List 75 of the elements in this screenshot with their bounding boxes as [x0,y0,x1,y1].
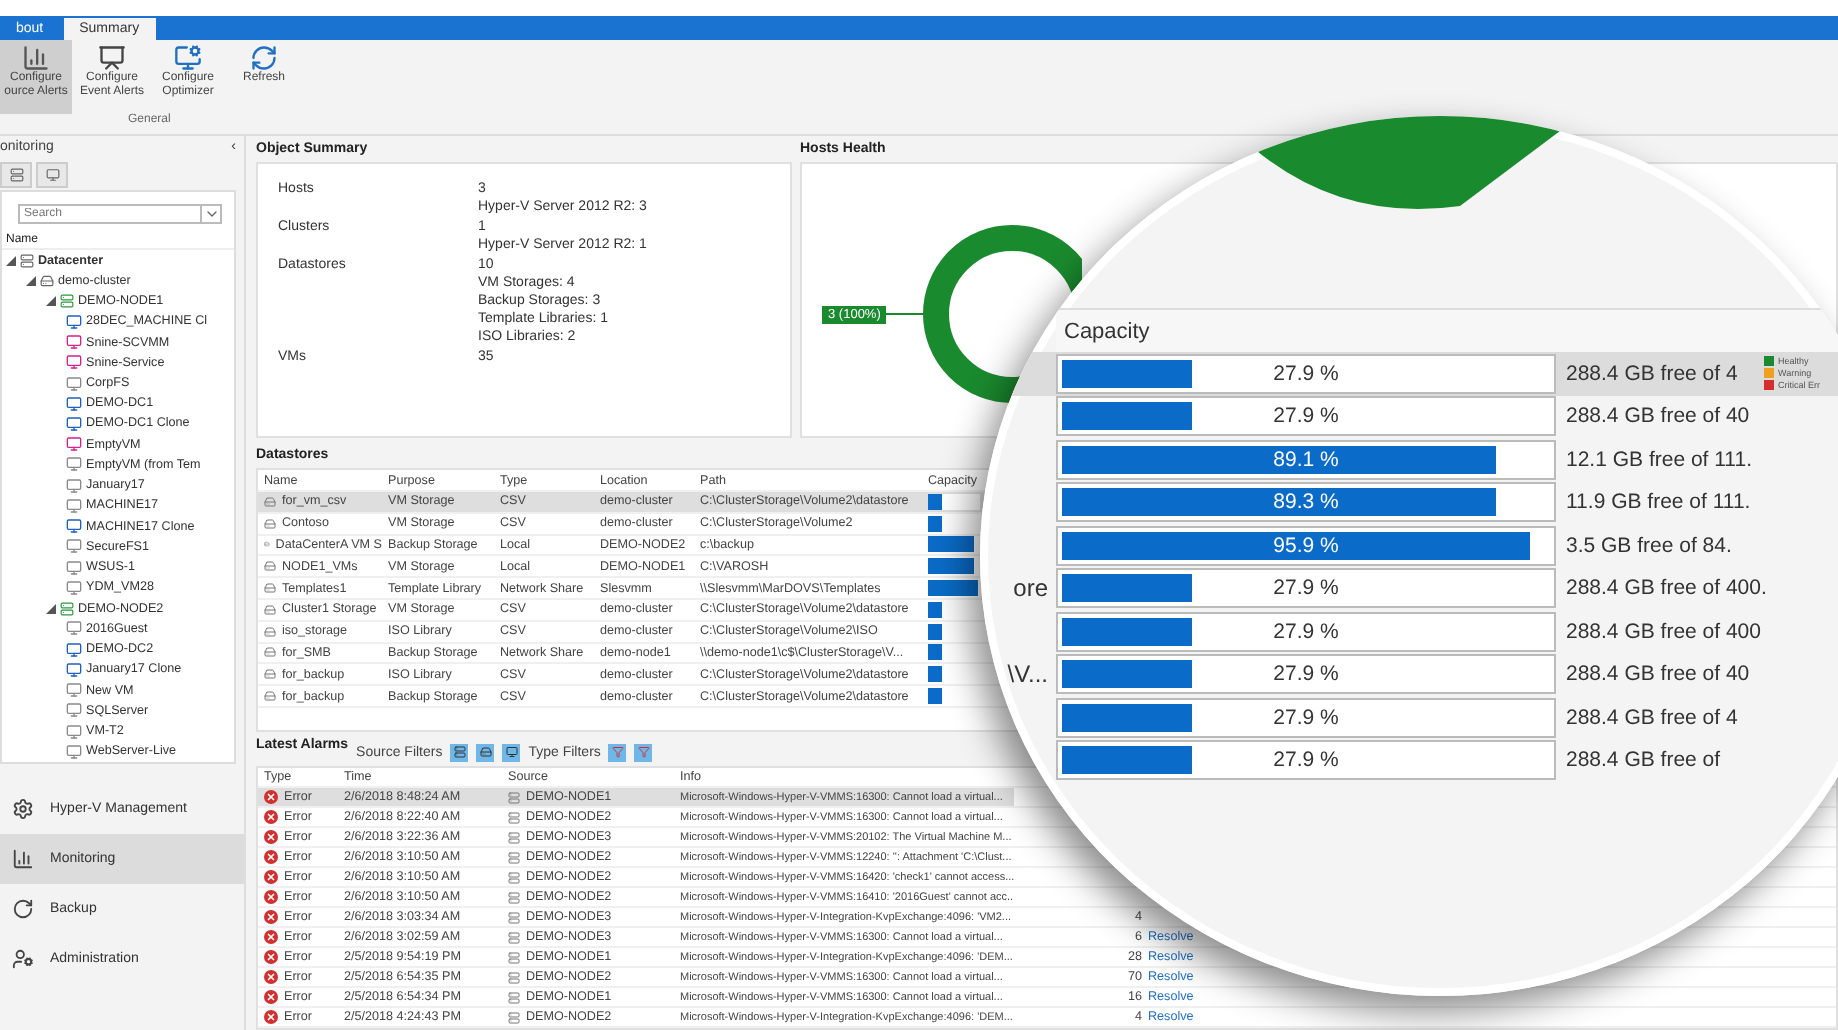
error-filter-icon [637,746,650,758]
chart-board-icon [98,44,126,72]
capacity-bar: 27.9 % [1056,654,1556,695]
server-icon [20,253,34,268]
capacity-bar: 27.9 % [1056,568,1556,609]
monitor-icon [45,168,59,182]
server-icon [508,871,520,884]
error-icon [264,950,278,965]
free-space-text: 288.4 GB free of [1566,748,1721,773]
capacity-bar: 89.1 % [1056,439,1556,480]
server-icon [9,168,23,182]
free-space-text: 288.4 GB free of 40 [1566,404,1750,429]
server-icon [508,831,520,844]
free-space-text: 3.5 GB free of 84. [1566,533,1732,558]
server-icon [508,1011,520,1024]
host-icon [60,601,74,616]
server-icon [508,851,520,864]
server-icon [508,891,520,904]
expand-arrow-icon[interactable] [46,296,56,307]
user-gear-icon [12,948,34,970]
server-icon [508,811,520,824]
cluster-icon [40,273,54,288]
capacity-bar: 27.9 % [1056,697,1556,738]
bar-chart-icon [22,44,50,72]
capacity-bar: 27.9 % [1056,611,1556,652]
bar-chart-icon [12,848,34,870]
error-icon [264,790,278,805]
capacity-bar: 89.3 % [1056,482,1556,523]
free-space-text: 288.4 GB free of 4 [1566,705,1738,730]
caret-icon [203,206,219,222]
server-icon [508,991,520,1004]
capacity-bar: 27.9 % [1056,396,1556,437]
gears-icon [12,798,34,820]
server-icon [508,911,520,924]
error-icon [264,970,278,985]
path-fragment: \V... [1005,660,1050,689]
capacity-bar: 95.9 % [1056,525,1556,566]
server-icon [508,971,520,984]
server-icon [508,951,520,964]
monitor-icon [505,746,518,758]
server-icon [453,746,466,758]
free-space-text: 288.4 GB free of 40 [1566,662,1750,687]
error-icon [264,890,278,905]
tree-tab[interactable] [36,162,68,188]
error-filter-icon [611,746,624,758]
filter-button[interactable] [476,743,495,761]
server-icon [508,931,520,944]
error-icon [264,910,278,925]
free-space-text: 12.1 GB free of 111. [1566,447,1753,472]
expand-arrow-icon[interactable] [26,275,36,286]
free-space-text: 11.9 GB free of 111. [1566,490,1751,515]
error-icon [264,930,278,945]
error-icon [264,990,278,1005]
circular-arrow-icon [12,898,34,920]
free-space-text: 288.4 GB free of 4 [1566,361,1738,386]
error-icon [264,870,278,885]
expand-arrow-icon[interactable] [46,603,56,614]
filter-button[interactable] [450,743,469,761]
filter-button[interactable] [502,743,521,761]
host-icon [60,294,74,309]
error-icon [264,850,278,865]
error-icon [264,830,278,845]
column-header: Capacity [1056,308,1838,352]
free-space-text: 288.4 GB free of 400. [1566,576,1767,601]
tree-tab[interactable] [0,162,32,188]
refresh-icon [250,44,278,72]
free-space-text: 288.4 GB free of 400 [1566,619,1761,644]
error-icon [264,810,278,825]
capacity-bar: 27.9 % [1056,353,1556,394]
monitor-gear-icon [174,44,202,72]
error-icon [264,1010,278,1025]
capacity-bar: 27.9 % [1056,740,1556,781]
server-icon [508,791,520,804]
expand-arrow-icon[interactable] [6,255,16,266]
path-fragment: ore [1011,574,1050,603]
